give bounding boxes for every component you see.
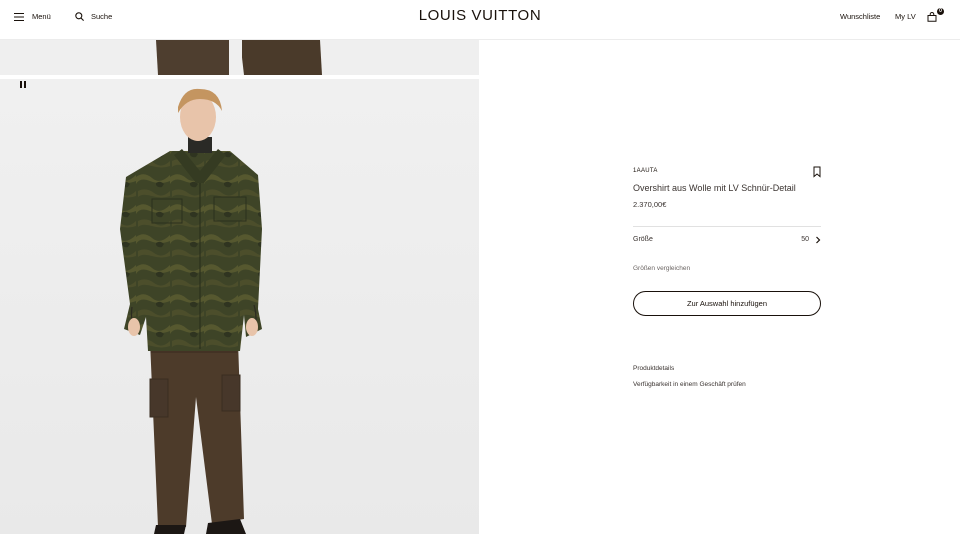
bookmark-icon xyxy=(813,166,821,178)
size-selector[interactable]: Größe 50 xyxy=(633,233,821,248)
menu-label: Menü xyxy=(32,12,51,21)
wishlist-toggle[interactable] xyxy=(812,165,822,178)
product-details-panel: 1AAUTA Overshirt aus Wolle mit LV Schnür… xyxy=(479,40,960,534)
account-link[interactable]: My LV xyxy=(895,0,916,33)
wishlist-link[interactable]: Wunschliste xyxy=(840,0,880,33)
search-label: Suche xyxy=(91,12,113,21)
product-details-link[interactable]: Produktdetails xyxy=(633,365,674,372)
size-label: Größe xyxy=(633,236,653,243)
product-gallery[interactable] xyxy=(0,40,479,534)
search-button[interactable]: Suche xyxy=(75,0,112,33)
site-header: Menü Suche LOUIS VUITTON Wunschliste My … xyxy=(0,0,960,40)
product-sku: 1AAUTA xyxy=(633,168,658,174)
pause-icon xyxy=(20,81,22,88)
search-icon xyxy=(75,12,84,21)
product-name: Overshirt aus Wolle mit LV Schnür-Detail xyxy=(633,183,796,193)
menu-icon xyxy=(14,12,24,21)
divider xyxy=(633,226,821,227)
cart-count-badge: 0 xyxy=(937,8,944,15)
product-price: 2.370,00€ xyxy=(633,200,667,209)
add-to-selection-button[interactable]: Zur Auswahl hinzufügen xyxy=(633,291,821,316)
check-availability-link[interactable]: Verfügbarkeit in einem Geschäft prüfen xyxy=(633,381,746,388)
pause-button[interactable] xyxy=(20,81,30,89)
chevron-right-icon xyxy=(816,236,821,244)
compare-sizes-link[interactable]: Größen vergleichen xyxy=(633,265,690,272)
menu-button[interactable]: Menü xyxy=(14,0,51,33)
product-image-previous xyxy=(0,40,479,75)
size-value: 50 xyxy=(801,236,809,243)
cart-button[interactable]: 0 xyxy=(927,0,945,33)
shopping-bag-icon xyxy=(927,11,937,22)
product-image-main xyxy=(0,79,479,534)
brand-logo[interactable]: LOUIS VUITTON xyxy=(419,7,542,24)
